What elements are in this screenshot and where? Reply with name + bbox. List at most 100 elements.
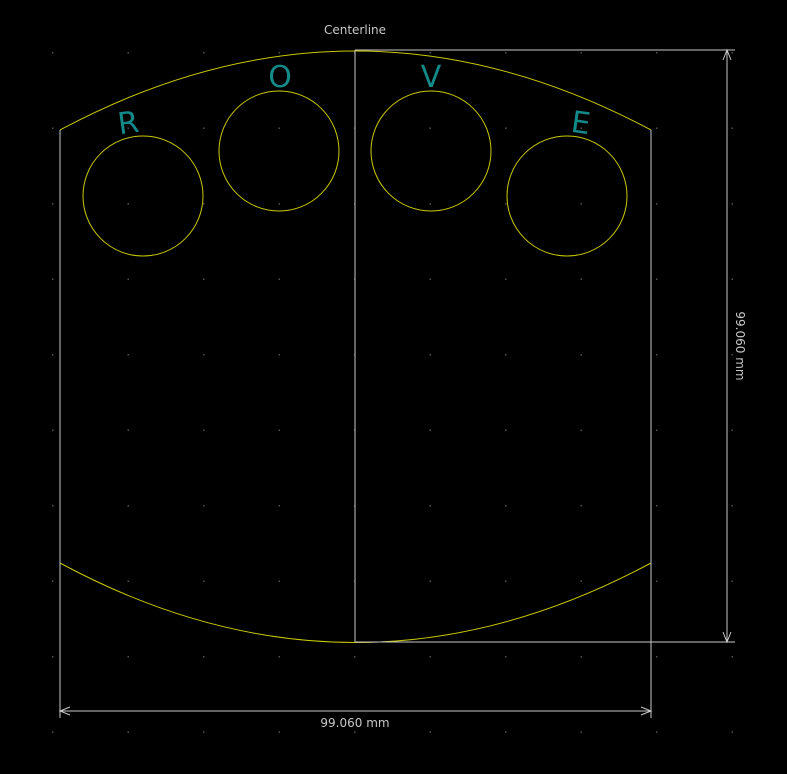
grid-dot <box>505 505 507 507</box>
hole-label-v: V <box>421 60 442 95</box>
grid-dot <box>656 656 658 658</box>
grid-dot <box>505 656 507 658</box>
height-dimension[interactable] <box>355 48 735 644</box>
grid-dot <box>429 429 431 431</box>
grid-dot <box>203 731 205 733</box>
hole-label-r: R <box>116 105 142 143</box>
hole-e[interactable] <box>506 135 628 257</box>
grid-dot <box>731 278 733 280</box>
grid-dot <box>429 127 431 129</box>
grid-dot <box>203 354 205 356</box>
grid-dot <box>127 731 129 733</box>
hole-v[interactable] <box>370 90 492 212</box>
grid-dot <box>429 580 431 582</box>
hole-label-e: E <box>569 105 593 142</box>
grid-dot <box>127 505 129 507</box>
grid-dot <box>656 52 658 54</box>
width-dimension-label: 99.060 mm <box>320 716 389 730</box>
grid-dot <box>52 731 54 733</box>
grid-dot <box>580 429 582 431</box>
grid-dot <box>52 429 54 431</box>
grid-dot <box>505 203 507 205</box>
grid-dot <box>203 429 205 431</box>
grid-dot <box>731 354 733 356</box>
grid-dot <box>127 580 129 582</box>
grid-dot <box>52 505 54 507</box>
grid-dot <box>52 52 54 54</box>
grid-dot <box>429 52 431 54</box>
grid-dot <box>580 203 582 205</box>
grid-dot <box>429 656 431 658</box>
grid-dot <box>203 278 205 280</box>
grid-dot <box>278 203 280 205</box>
grid-dot <box>203 656 205 658</box>
grid-dot <box>52 656 54 658</box>
grid-dot <box>278 580 280 582</box>
hole-o[interactable] <box>218 90 340 212</box>
grid-dot <box>278 429 280 431</box>
grid-dot <box>127 52 129 54</box>
grid-dot <box>656 354 658 356</box>
grid-dot <box>580 52 582 54</box>
grid-dot <box>656 127 658 129</box>
grid-dot <box>278 52 280 54</box>
grid-dot <box>52 203 54 205</box>
height-dimension-label: 99.060 mm <box>733 311 747 380</box>
grid-dot <box>731 580 733 582</box>
hole-r[interactable] <box>82 135 204 257</box>
hole-label-o: O <box>268 60 292 95</box>
grid-dot <box>731 203 733 205</box>
grid-dot <box>580 580 582 582</box>
grid-dot <box>429 505 431 507</box>
grid-dot <box>429 354 431 356</box>
grid-dot <box>203 52 205 54</box>
grid-dot <box>656 505 658 507</box>
grid-dot <box>52 278 54 280</box>
grid-dot <box>127 278 129 280</box>
grid-dot <box>580 354 582 356</box>
grid-dot <box>656 429 658 431</box>
grid-dot <box>429 278 431 280</box>
pcb-canvas[interactable]: R O V E Centerline 99.060 mm 99.060 mm <box>0 0 787 774</box>
grid-dot <box>278 731 280 733</box>
grid-dot <box>580 656 582 658</box>
grid-dot <box>52 354 54 356</box>
grid-dot <box>52 127 54 129</box>
grid-dot <box>127 203 129 205</box>
grid-dot <box>354 656 356 658</box>
grid-dot <box>656 278 658 280</box>
grid-dot <box>203 203 205 205</box>
grid-dots <box>52 52 733 733</box>
grid-dot <box>429 203 431 205</box>
grid-dot <box>203 580 205 582</box>
grid-dot <box>656 203 658 205</box>
grid-dot <box>127 656 129 658</box>
grid-dot <box>278 656 280 658</box>
centerline-label: Centerline <box>324 23 386 37</box>
grid-dot <box>505 354 507 356</box>
grid-dot <box>731 52 733 54</box>
grid-dot <box>505 429 507 431</box>
grid-dot <box>505 52 507 54</box>
grid-dot <box>580 505 582 507</box>
grid-dot <box>580 278 582 280</box>
grid-dot <box>656 580 658 582</box>
grid-dot <box>354 731 356 733</box>
grid-dot <box>278 505 280 507</box>
grid-dot <box>127 354 129 356</box>
grid-dot <box>278 354 280 356</box>
grid-dot <box>203 505 205 507</box>
grid-dot <box>731 127 733 129</box>
grid-dot <box>731 505 733 507</box>
grid-dot <box>278 127 280 129</box>
grid-dot <box>52 580 54 582</box>
grid-dot <box>505 580 507 582</box>
grid-dot <box>731 731 733 733</box>
grid-dot <box>656 731 658 733</box>
grid-dot <box>505 731 507 733</box>
grid-dot <box>731 429 733 431</box>
grid-dot <box>127 429 129 431</box>
grid-dot <box>505 127 507 129</box>
grid-dot <box>580 731 582 733</box>
grid-dot <box>203 127 205 129</box>
